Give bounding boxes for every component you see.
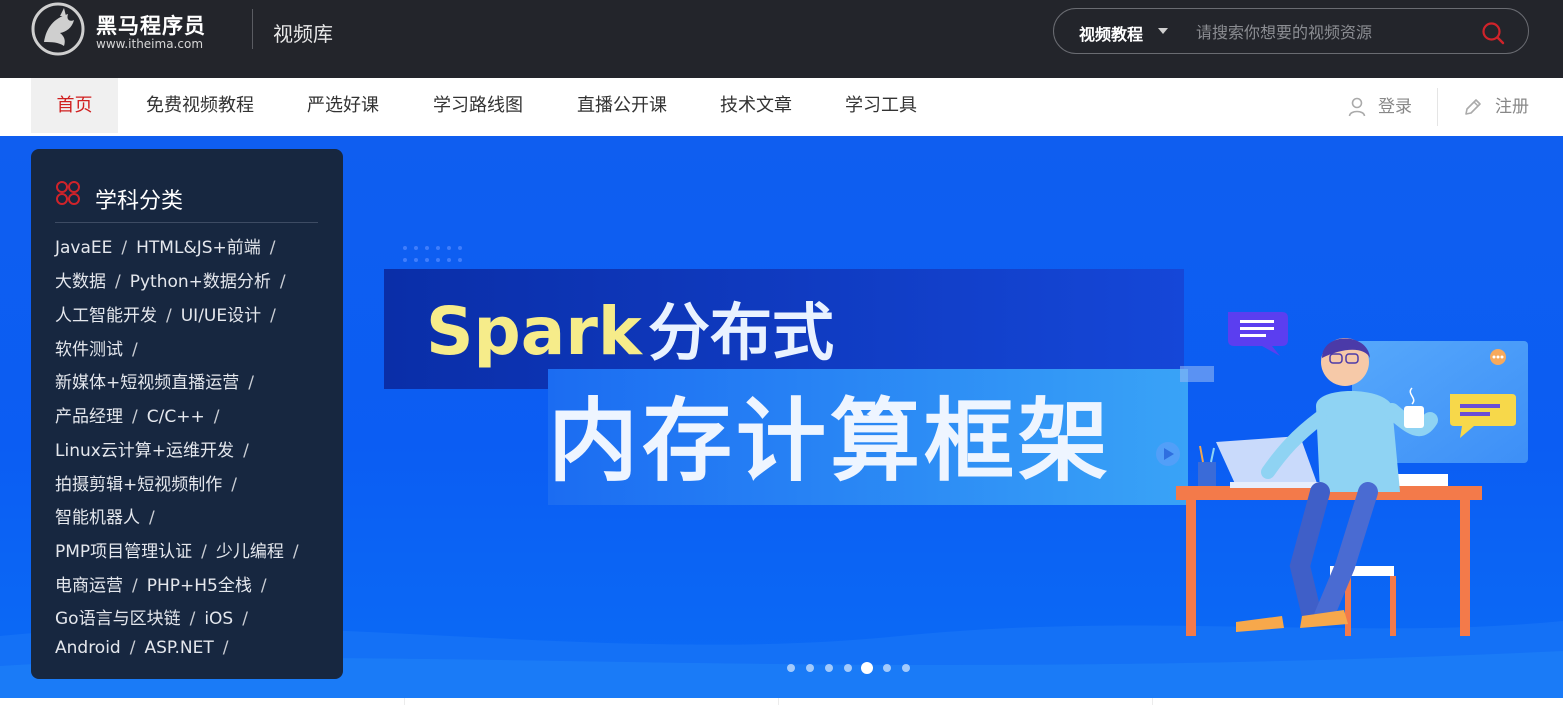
category-separator: / [213,407,220,427]
category-separator: / [121,238,128,258]
category-link[interactable]: ASP.NET [144,638,213,658]
nav-item-learning-roadmap[interactable]: 学习路线图 [430,78,526,133]
nav-item-learning-tools[interactable]: 学习工具 [842,78,920,133]
login-label: 登录 [1378,97,1412,117]
category-link[interactable]: 电商运营 [55,576,123,596]
category-row: Android / ASP.NET / [55,638,237,664]
category-separator: / [270,306,276,326]
search-category-dropdown[interactable]: 视频教程 [1079,21,1143,45]
carousel-dot[interactable] [844,664,852,672]
category-link[interactable]: 少儿编程 [216,542,284,562]
section-title[interactable]: 视频库 [273,18,333,47]
pencil-icon [1465,99,1481,115]
carousel-dot[interactable] [902,664,910,672]
category-separator: / [115,272,121,292]
category-separator: / [222,638,229,658]
category-row: 拍摄剪辑+短视频制作 / [55,470,246,496]
category-link[interactable]: C/C++ [147,407,205,427]
category-link[interactable]: Android [55,638,121,658]
auth-divider [1437,88,1438,126]
category-link[interactable]: Linux云计算+运维开发 [55,441,234,461]
category-link[interactable]: Python+数据分析 [130,272,271,292]
banner-headline-latin: Spark [426,293,644,370]
nav-item-selected-courses[interactable]: 严选好课 [304,78,382,133]
category-separator: / [279,272,286,292]
banner-headline-cn: 分布式 [648,296,834,369]
category-link[interactable]: UI/UE设计 [181,306,261,326]
category-link[interactable]: 软件测试 [55,340,123,360]
main-nav: 首页 免费视频教程 严选好课 学习路线图 直播公开课 技术文章 学习工具 登录 … [0,78,1563,136]
category-separator: / [242,609,248,629]
carousel-dot[interactable] [806,664,814,672]
category-link[interactable]: 大数据 [55,272,106,292]
category-link[interactable]: HTML&JS+前端 [136,238,261,258]
category-row: PMP项目管理认证 / 少儿编程 / [55,537,308,563]
carousel-dot[interactable] [883,664,891,672]
category-link[interactable]: 人工智能开发 [55,306,157,326]
carousel-dot-active[interactable] [861,662,873,674]
category-separator: / [248,373,254,393]
login-link[interactable]: 登录 [1348,78,1418,136]
category-link[interactable]: Go语言与区块链 [55,609,181,629]
carousel-dot[interactable] [825,664,833,672]
category-row: 产品经理 / C/C++ / [55,402,228,428]
caret-down-icon[interactable] [1158,28,1168,34]
category-separator: / [166,306,172,326]
category-separator: / [269,238,276,258]
category-row: 人工智能开发 / UI/UE设计 / [55,301,285,327]
category-link[interactable]: PMP项目管理认证 [55,542,192,562]
user-icon [1348,97,1366,117]
category-divider [55,222,318,223]
top-header: 黑马程序员 www.itheima.com 视频库 视频教程 [0,0,1563,78]
carousel-dot[interactable] [787,664,795,672]
category-row: 软件测试 / [55,335,147,361]
category-separator: / [149,508,155,528]
category-row: 电商运营 / PHP+H5全栈 / [55,571,276,597]
category-link[interactable]: JavaEE [55,238,112,258]
site-logo[interactable]: 黑马程序员 www.itheima.com [30,2,230,56]
register-link[interactable]: 注册 [1463,78,1533,136]
category-row: 大数据 / Python+数据分析 / [55,267,295,293]
category-row: Linux云计算+运维开发 / [55,436,258,462]
nav-item-home[interactable]: 首页 [31,78,118,133]
category-separator: / [292,542,299,562]
category-link[interactable]: 拍摄剪辑+短视频制作 [55,475,222,495]
category-link[interactable]: 智能机器人 [55,508,140,528]
horse-logo-icon [31,2,85,56]
search-input[interactable] [1194,17,1468,47]
category-link[interactable]: 新媒体+短视频直播运营 [55,373,239,393]
nav-item-free-videos[interactable]: 免费视频教程 [142,78,258,133]
category-title: 学科分类 [95,189,184,214]
bottom-strip [0,698,1563,705]
category-row: Go语言与区块链 / iOS / [55,604,257,630]
category-separator: / [129,638,136,658]
category-link[interactable]: PHP+H5全栈 [147,576,252,596]
category-separator: / [132,340,138,360]
category-panel: 学科分类 JavaEE / HTML&JS+前端 / 大数据 / Python+数据分析 / 人… [31,149,343,679]
category-row: JavaEE / HTML&JS+前端 / [55,233,285,259]
logo-url: www.itheima.com [96,37,204,51]
category-separator: / [231,475,237,495]
search-box: 视频教程 [1053,8,1529,54]
banner-subline: 内存计算框架 [548,389,1112,494]
category-separator: / [201,542,207,562]
category-row: 智能机器人 / [55,503,164,529]
category-separator: / [189,609,196,629]
category-link[interactable]: iOS [204,609,233,629]
nav-item-tech-articles[interactable]: 技术文章 [717,78,795,133]
category-grid-icon [56,181,80,205]
logo-name: 黑马程序员 [96,14,206,38]
category-link[interactable]: 产品经理 [55,407,123,427]
category-separator: / [132,576,138,596]
category-separator: / [132,407,138,427]
nav-item-live-classes[interactable]: 直播公开课 [574,78,670,133]
search-icon[interactable] [1481,21,1505,45]
header-divider [252,9,253,49]
category-separator: / [260,576,267,596]
category-separator: / [243,441,249,461]
register-label: 注册 [1495,97,1529,117]
category-row: 新媒体+短视频直播运营 / [55,368,263,394]
